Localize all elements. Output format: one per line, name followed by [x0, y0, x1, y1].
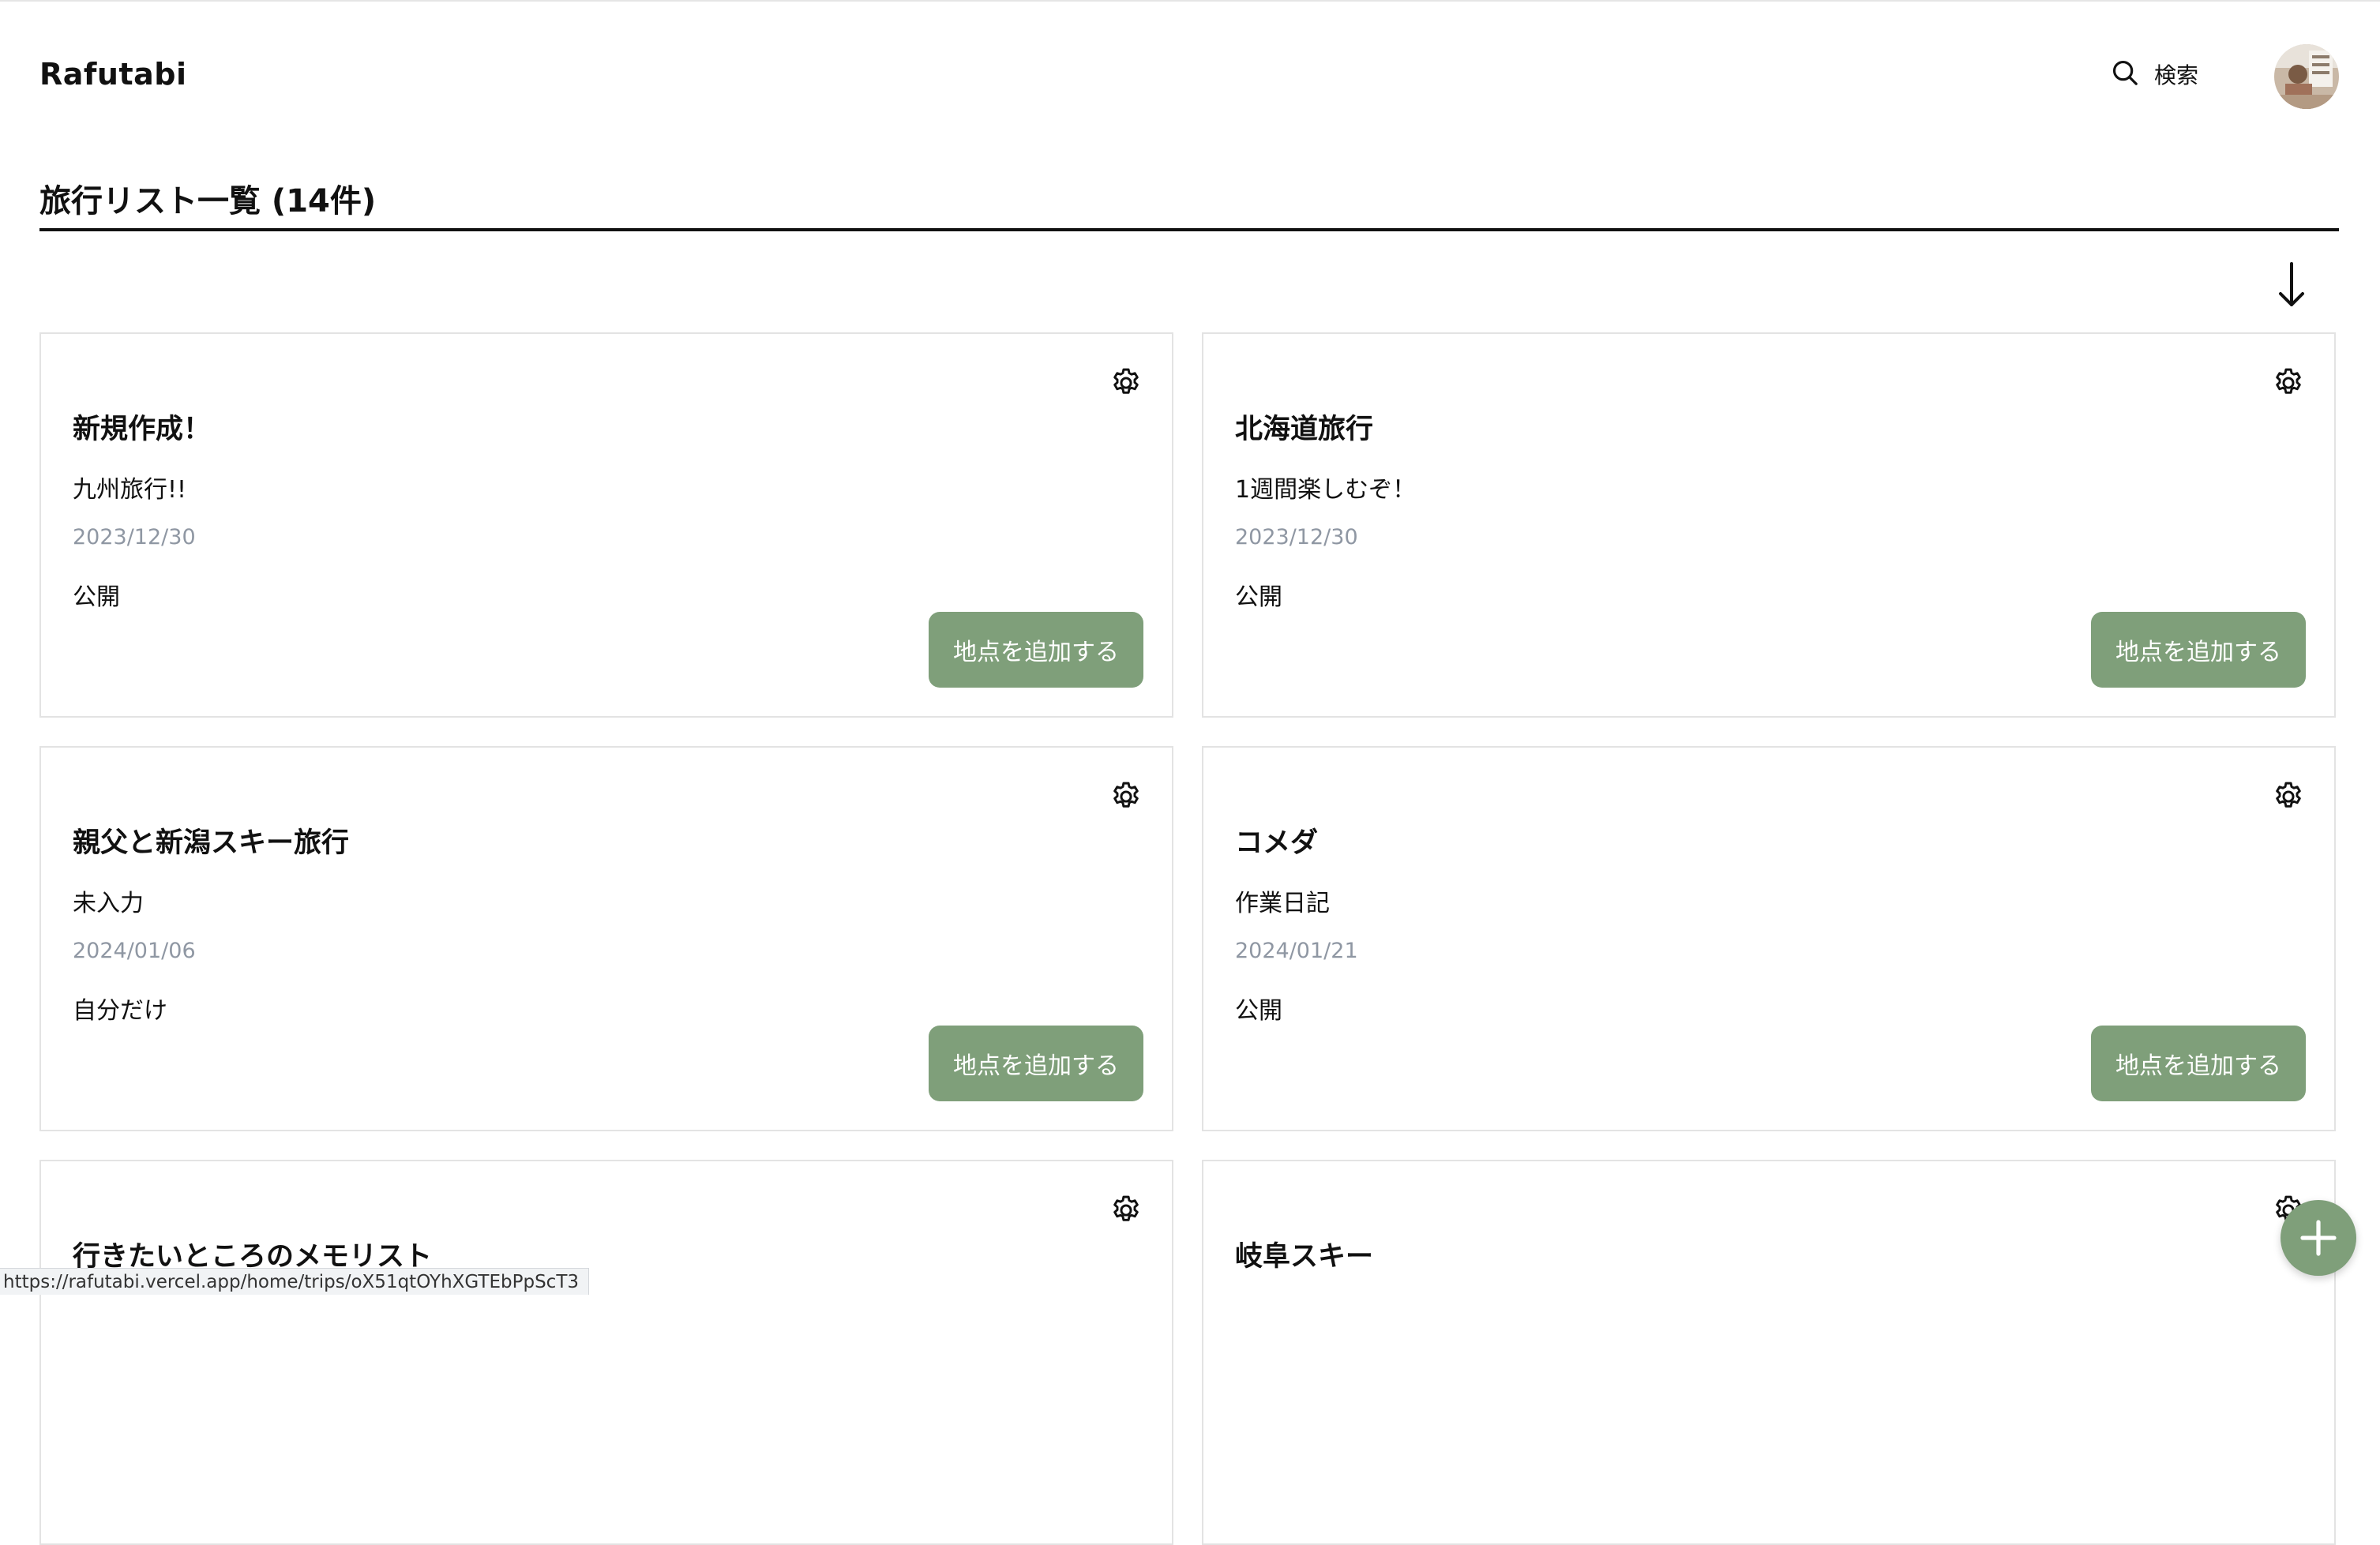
trip-title: コメダ: [1235, 827, 1319, 859]
add-location-button[interactable]: 地点を追加する: [2091, 612, 2306, 688]
trip-description: 未入力: [73, 890, 144, 917]
trip-visibility: 自分だけ: [73, 997, 167, 1025]
trip-date: 2024/01/06: [73, 939, 196, 963]
settings-gear-icon[interactable]: [1109, 366, 1143, 400]
trip-card[interactable]: 新規作成！ 九州旅行!! 2023/12/30 公開 地点を追加する: [39, 332, 1173, 718]
brand-logo[interactable]: Rafutabi: [39, 57, 187, 92]
trip-description: 作業日記: [1235, 890, 1330, 917]
page-title: 旅行リスト一覧 (14件): [39, 183, 377, 219]
trip-visibility: 公開: [1235, 997, 1282, 1025]
search-button[interactable]: 検索: [2110, 57, 2198, 92]
settings-gear-icon[interactable]: [2271, 779, 2306, 814]
app-header: Rafutabi 検索: [0, 0, 2380, 150]
search-icon: [2110, 58, 2140, 91]
trip-date: 2024/01/21: [1235, 939, 1358, 963]
user-avatar[interactable]: [2274, 44, 2339, 109]
trip-description: 九州旅行!!: [73, 476, 187, 504]
trip-description: 1週間楽しむぞ！: [1235, 476, 1417, 504]
trip-title: 親父と新潟スキー旅行: [73, 827, 350, 859]
trip-date: 2023/12/30: [1235, 525, 1358, 549]
trip-card[interactable]: コメダ 作業日記 2024/01/21 公開 地点を追加する: [1202, 746, 2336, 1131]
trip-card[interactable]: 北海道旅行 1週間楽しむぞ！ 2023/12/30 公開 地点を追加する: [1202, 332, 2336, 718]
trip-visibility: 公開: [1235, 583, 1282, 611]
add-location-button[interactable]: 地点を追加する: [2091, 1026, 2306, 1101]
add-location-button[interactable]: 地点を追加する: [929, 1026, 1143, 1101]
trip-title: 岐阜スキー: [1235, 1241, 1374, 1273]
trip-date: 2023/12/30: [73, 525, 196, 549]
trip-title: 北海道旅行: [1235, 414, 1374, 445]
search-label: 検索: [2154, 62, 2199, 88]
trip-visibility: 公開: [73, 583, 120, 611]
trip-card[interactable]: 親父と新潟スキー旅行 未入力 2024/01/06 自分だけ 地点を追加する: [39, 746, 1173, 1131]
plus-icon: [2281, 1220, 2356, 1279]
add-location-button[interactable]: 地点を追加する: [929, 612, 1143, 688]
arrow-down-icon: [2274, 262, 2309, 311]
status-bar-url: https://rafutabi.vercel.app/home/trips/o…: [0, 1268, 590, 1295]
settings-gear-icon[interactable]: [1109, 1193, 1143, 1228]
trip-card[interactable]: 岐阜スキー: [1202, 1160, 2336, 1545]
trip-card[interactable]: 行きたいところのメモリスト: [39, 1160, 1173, 1545]
settings-gear-icon[interactable]: [2271, 366, 2306, 400]
add-trip-fab[interactable]: [2281, 1200, 2356, 1276]
trip-title: 新規作成！: [73, 414, 212, 445]
settings-gear-icon[interactable]: [1109, 779, 1143, 814]
sort-button[interactable]: [2274, 261, 2309, 308]
title-divider: [39, 228, 2339, 231]
